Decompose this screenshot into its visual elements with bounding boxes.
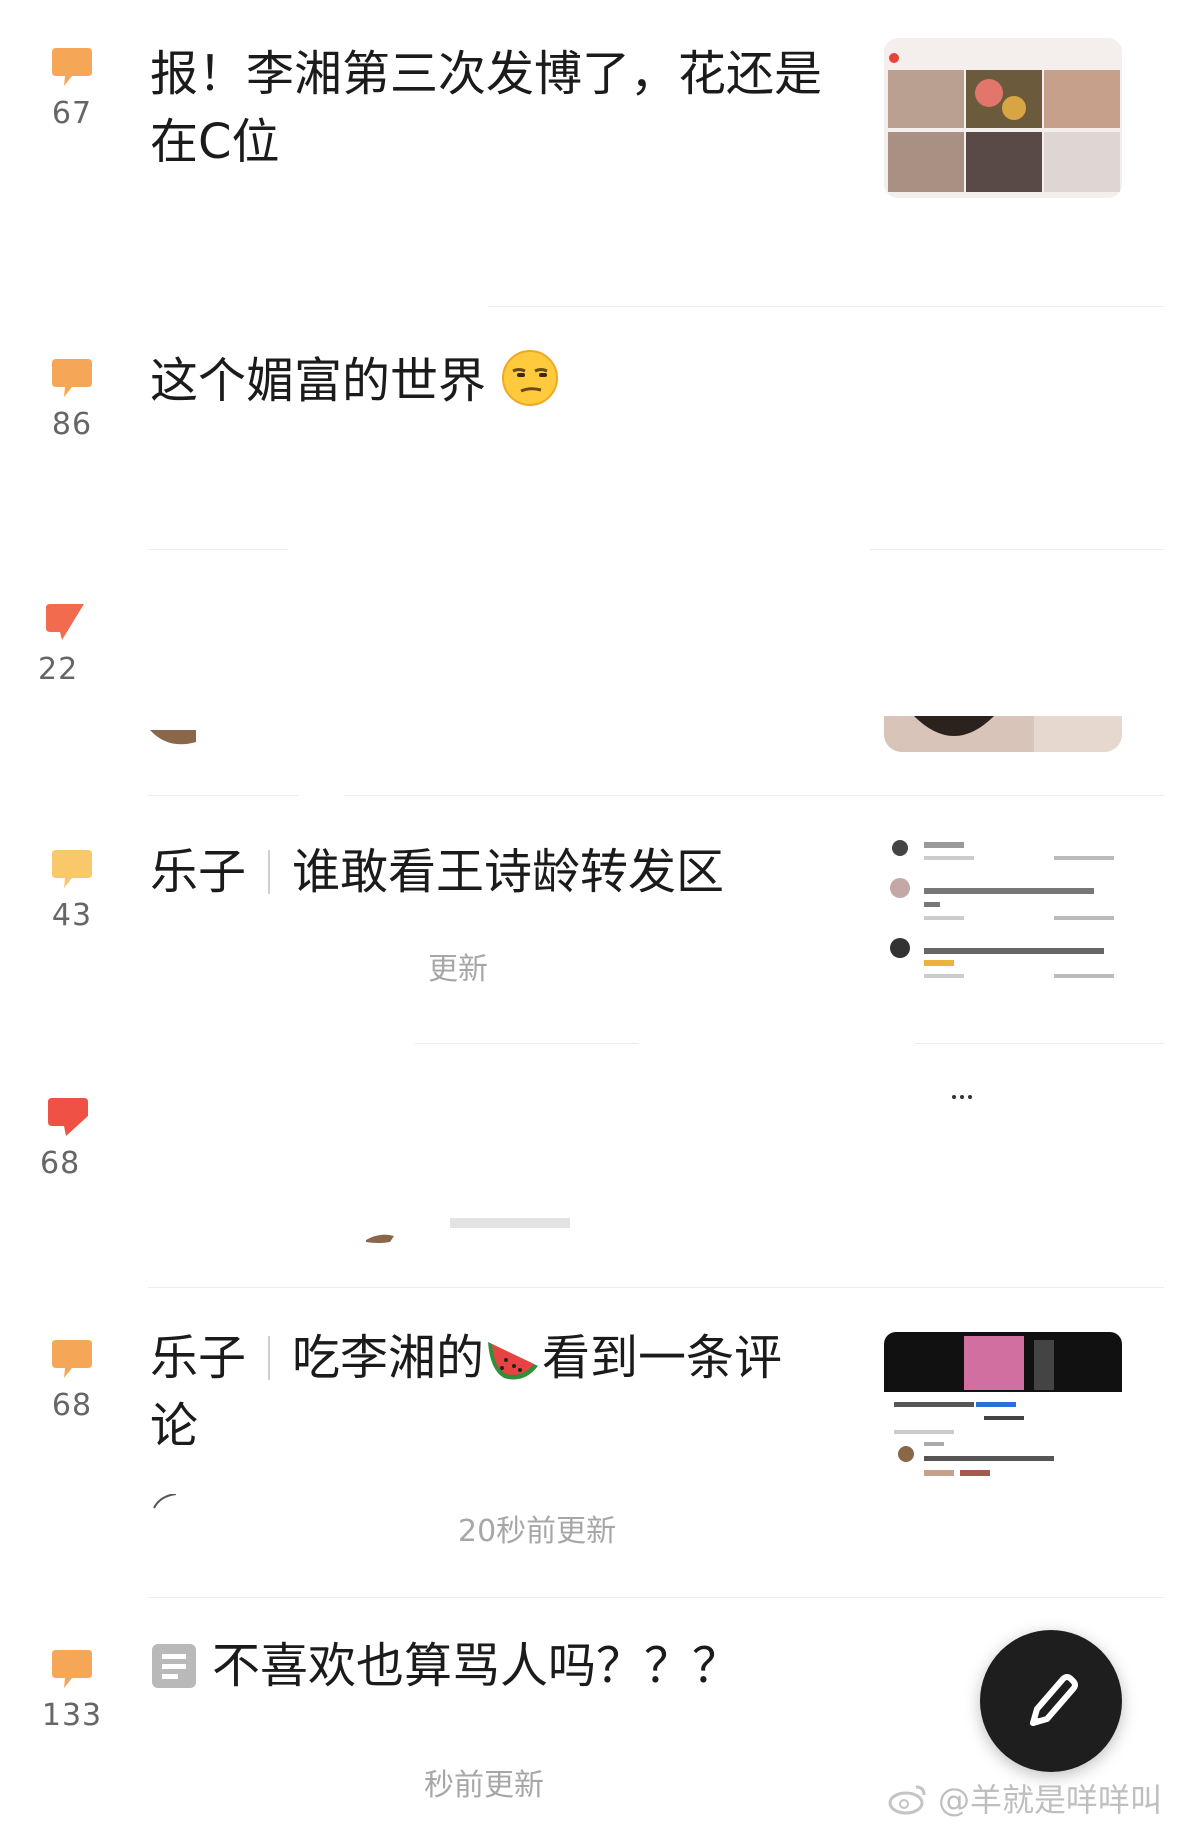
- post-title-text: 这个媚富的世界: [150, 353, 487, 409]
- update-time: 20秒前更新: [458, 1514, 617, 1549]
- comment-count: 68: [51, 1388, 93, 1423]
- comment-bubble-icon: [52, 1340, 92, 1378]
- update-time: 更新: [428, 952, 488, 987]
- comment-count-block: 133: [38, 1648, 106, 1733]
- tag-separator: [268, 850, 271, 894]
- comment-count: 68: [40, 1146, 81, 1181]
- weibo-logo-icon: [888, 1785, 926, 1815]
- post-title-text: 不喜欢也算骂人吗？？？: [212, 1638, 741, 1694]
- tag-separator: [268, 1336, 271, 1380]
- watermelon-icon: [488, 1342, 539, 1380]
- post-thumbnail[interactable]: [884, 836, 1122, 996]
- post-thumbnail[interactable]: [884, 38, 1122, 198]
- feed-item[interactable]: 43 乐子 谁敢看王诗龄转发区 更新: [0, 796, 1178, 1040]
- avatar-fragment: [366, 1234, 394, 1243]
- watermark-text: @羊就是咩咩叫: [937, 1781, 1162, 1819]
- comment-count-block: 67: [38, 46, 106, 131]
- comment-count-block: 43: [38, 848, 106, 933]
- feed-item[interactable]: 68 乐子 吃李湘的 看到一条评论 20秒前更新: [0, 1288, 1178, 1594]
- feed-item[interactable]: 22: [0, 550, 1178, 794]
- avatar-fragment: [153, 1494, 177, 1509]
- comment-bubble-icon: [52, 850, 92, 888]
- pencil-icon: [1030, 1674, 1078, 1726]
- feed-item[interactable]: 67 报！李湘第三次发博了，花还是在C位: [0, 0, 1178, 306]
- avatar-fragment: [150, 730, 196, 745]
- feed-item[interactable]: 86 这个媚富的世界: [0, 307, 1178, 547]
- post-thumbnail[interactable]: [884, 1332, 1122, 1492]
- post-thumbnail[interactable]: [884, 716, 1122, 752]
- thumbnail-fragment: [952, 1095, 972, 1099]
- document-icon: [152, 1644, 196, 1688]
- post-tag[interactable]: 乐子: [150, 1330, 246, 1386]
- update-time: 秒前更新: [424, 1768, 544, 1803]
- watermark: @羊就是咩咩叫: [888, 1775, 1162, 1821]
- comment-count-block: 22: [32, 602, 92, 687]
- comment-bubble-icon: [52, 48, 92, 86]
- comment-bubble-icon: [52, 1650, 92, 1688]
- comment-bubble-icon: [48, 1098, 88, 1136]
- post-tag[interactable]: 乐子: [150, 844, 246, 900]
- unamused-face-icon: [502, 350, 559, 406]
- post-title-text: 谁敢看王诗龄转发区: [292, 844, 725, 900]
- post-title: 乐子 吃李湘的 看到一条评论: [150, 1324, 830, 1460]
- post-title: 这个媚富的世界: [150, 347, 559, 415]
- comment-count: 43: [51, 898, 93, 933]
- post-title-text: 吃李湘的: [292, 1330, 485, 1386]
- post-title: 报！李湘第三次发博了，花还是在C位: [150, 46, 823, 170]
- update-time-fragment: [450, 1218, 570, 1228]
- comment-count: 86: [51, 407, 93, 442]
- post-title: 乐子 谁敢看王诗龄转发区: [150, 838, 724, 906]
- comment-count-block: 86: [38, 357, 106, 442]
- comment-count-block: 68: [32, 1096, 92, 1181]
- comment-count: 133: [41, 1698, 103, 1733]
- feed-item[interactable]: 68: [0, 1044, 1178, 1286]
- post-title: 不喜欢也算骂人吗？？？: [150, 1632, 740, 1700]
- comment-bubble-icon: [46, 604, 84, 640]
- comment-count: 22: [38, 652, 79, 687]
- comment-count-block: 68: [38, 1338, 106, 1423]
- compose-button[interactable]: [980, 1630, 1122, 1772]
- comment-count: 67: [51, 96, 93, 131]
- comment-bubble-icon: [52, 359, 92, 397]
